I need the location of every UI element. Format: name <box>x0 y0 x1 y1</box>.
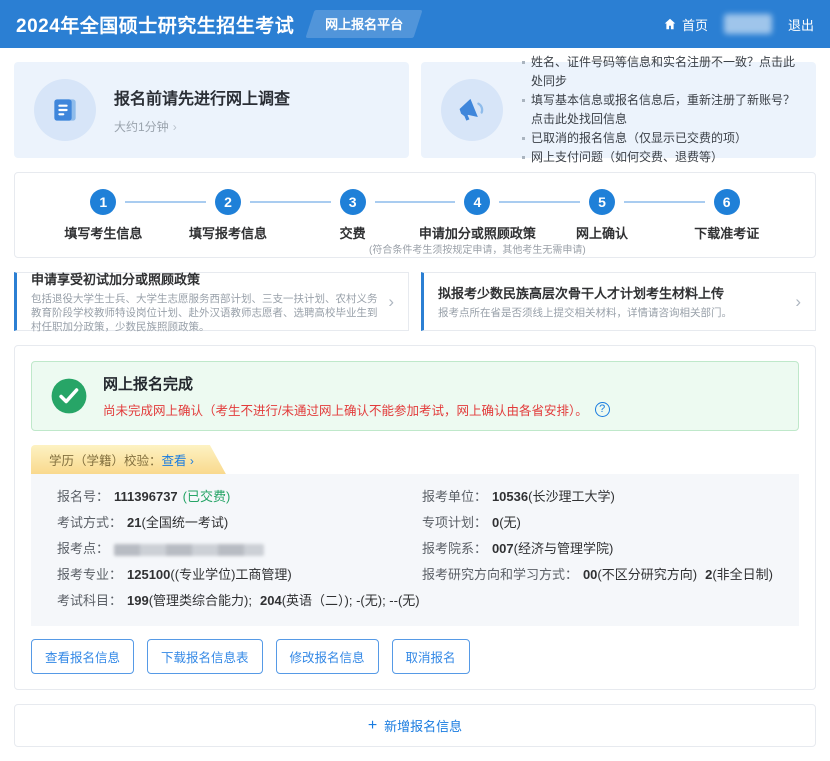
plus-icon <box>368 718 377 734</box>
status-banner: 网上报名完成 尚未完成网上确认（考生不进行/未通过网上确认不能参加考试，网上确认… <box>31 361 799 431</box>
field-target-university: 报考单位：10536(长沙理工大学) <box>422 484 773 510</box>
home-label: 首页 <box>682 15 708 34</box>
step-2-label: 填写报考信息 <box>166 223 291 242</box>
field-exam-site: 报考点： <box>57 536 422 562</box>
status-title: 网上报名完成 <box>103 373 610 394</box>
status-warning-text: 尚未完成网上确认（考生不进行/未通过网上确认不能参加考试，网上确认由各省安排）。 <box>103 400 588 419</box>
step-1-number: 1 <box>90 189 116 215</box>
policy-card-minority-desc: 报考点所在省是否须线上提交相关材料，详情请咨询相关部门。 <box>438 306 785 320</box>
step-3: 3 交费 <box>290 189 415 249</box>
step-2-number: 2 <box>215 189 241 215</box>
step-5-number: 5 <box>589 189 615 215</box>
success-check-icon <box>50 377 88 415</box>
main-content: 报名前请先进行网上调查 大约1分钟 姓名、证件号码等信息和实名注册不一致？点击此… <box>0 48 830 761</box>
policy-card-bonus-text: 申请享受初试加分或照顾政策 包括退役大学生士兵、大学生志愿服务西部计划、三支一扶… <box>31 269 378 334</box>
survey-icon-wrap <box>34 79 96 141</box>
policy-card-bonus-desc: 包括退役大学生士兵、大学生志愿服务西部计划、三支一扶计划、农村义务教育阶段学校教… <box>31 292 378 334</box>
chevron-right-icon <box>795 292 801 312</box>
survey-panel[interactable]: 报名前请先进行网上调查 大约1分钟 <box>14 62 409 158</box>
platform-badge-label: 网上报名平台 <box>325 14 403 33</box>
logout-link[interactable]: 退出 <box>788 15 814 34</box>
policy-card-minority-title: 拟报考少数民族高层次骨干人才计划考生材料上传 <box>438 283 785 302</box>
add-registration-card: 新增报名信息 <box>14 704 816 747</box>
survey-text: 报名前请先进行网上调查 大约1分钟 <box>114 85 290 135</box>
edit-registration-button[interactable]: 修改报名信息 <box>276 639 379 674</box>
action-buttons: 查看报名信息 下载报名信息表 修改报名信息 取消报名 <box>31 639 799 674</box>
step-6: 6 下载准考证 <box>664 189 789 249</box>
field-major: 报考专业：125100((专业学位)工商管理) <box>57 562 422 588</box>
step-1-label: 填写考生信息 <box>41 223 166 242</box>
survey-duration-link[interactable]: 大约1分钟 <box>114 118 290 135</box>
download-registration-form-button[interactable]: 下载报名信息表 <box>147 639 263 674</box>
notice-icon-wrap <box>441 79 503 141</box>
add-registration-label: 新增报名信息 <box>384 716 462 735</box>
home-icon <box>663 17 677 31</box>
field-exam-subjects: 考试科目：199(管理类综合能力);204(英语（二）); -(无); --(无… <box>57 588 422 614</box>
help-question-icon[interactable] <box>595 402 610 417</box>
verify-label: 学历（学籍）校验： <box>49 454 162 468</box>
notice-item-sync[interactable]: 姓名、证件号码等信息和实名注册不一致？点击此处同步 <box>521 53 796 91</box>
policy-card-minority-text: 拟报考少数民族高层次骨干人才计划考生材料上传 报考点所在省是否须线上提交相关材料… <box>438 283 785 320</box>
add-registration-link[interactable]: 新增报名信息 <box>368 716 462 735</box>
registration-card: 网上报名完成 尚未完成网上确认（考生不进行/未通过网上确认不能参加考试，网上确认… <box>14 345 816 690</box>
step-6-number: 6 <box>714 189 740 215</box>
field-exam-method: 考试方式：21(全国统一考试) <box>57 510 422 536</box>
step-3-number: 3 <box>340 189 366 215</box>
notice-item-cancelled[interactable]: 已取消的报名信息（仅显示已交费的项） <box>521 129 796 148</box>
details-right-column: 报考单位：10536(长沙理工大学) 专项计划：0(无) 报考院系：007(经济… <box>422 484 773 614</box>
step-1: 1 填写考生信息 <box>41 189 166 249</box>
notice-panel: 姓名、证件号码等信息和实名注册不一致？点击此处同步 填写基本信息或报名信息后，重… <box>421 62 816 158</box>
notice-item-payment[interactable]: 网上支付问题（如何交费、退费等） <box>521 148 796 167</box>
platform-badge: 网上报名平台 <box>306 10 423 38</box>
notice-list: 姓名、证件号码等信息和实名注册不一致？点击此处同步 填写基本信息或报名信息后，重… <box>521 53 796 167</box>
step-6-label: 下载准考证 <box>664 223 789 242</box>
step-3-label: 交费 <box>290 223 415 242</box>
header-nav: 首页 退出 <box>663 14 814 34</box>
cancel-registration-button[interactable]: 取消报名 <box>392 639 470 674</box>
details-panel: 报名号：111396737(已交费) 考试方式：21(全国统一考试) 报考点： … <box>31 474 799 626</box>
verify-view-link[interactable]: 查看 <box>162 454 194 468</box>
field-research-direction: 报考研究方向和学习方式：00(不区分研究方向)2(非全日制) <box>422 562 773 588</box>
policy-card-minority-upload[interactable]: 拟报考少数民族高层次骨干人才计划考生材料上传 报考点所在省是否须线上提交相关材料… <box>421 272 816 331</box>
redacted-username[interactable] <box>724 14 772 34</box>
survey-document-icon <box>49 94 81 126</box>
verify-tab: 学历（学籍）校验：查看 <box>31 445 226 474</box>
page-title: 2024年全国硕士研究生招生考试 <box>16 11 294 38</box>
survey-title[interactable]: 报名前请先进行网上调查 <box>114 85 290 109</box>
policy-card-bonus[interactable]: 申请享受初试加分或照顾政策 包括退役大学生士兵、大学生志愿服务西部计划、三支一扶… <box>14 272 409 331</box>
status-warning: 尚未完成网上确认（考生不进行/未通过网上确认不能参加考试，网上确认由各省安排）。 <box>103 400 610 419</box>
step-2: 2 填写报考信息 <box>166 189 291 249</box>
app-header: 2024年全国硕士研究生招生考试 网上报名平台 首页 退出 <box>0 0 830 48</box>
notice-item-recover[interactable]: 填写基本信息或报名信息后，重新注册了新账号？点击此处找回信息 <box>521 91 796 129</box>
step-4-number: 4 <box>464 189 490 215</box>
step-5-label: 网上确认 <box>540 223 665 242</box>
home-link[interactable]: 首页 <box>663 15 708 34</box>
field-registration-number: 报名号：111396737(已交费) <box>57 484 422 510</box>
step-4: 4 申请加分或照顾政策 (符合条件考生须按规定申请，其他考生无需申请) <box>415 189 540 249</box>
policy-card-bonus-title: 申请享受初试加分或照顾政策 <box>31 269 378 288</box>
status-text: 网上报名完成 尚未完成网上确认（考生不进行/未通过网上确认不能参加考试，网上确认… <box>103 373 610 419</box>
details-left-column: 报名号：111396737(已交费) 考试方式：21(全国统一考试) 报考点： … <box>57 484 422 614</box>
megaphone-icon <box>455 93 489 127</box>
chevron-right-icon <box>388 292 394 312</box>
redacted-exam-site-value <box>114 544 264 556</box>
view-registration-button[interactable]: 查看报名信息 <box>31 639 134 674</box>
steps-progress: 1 填写考生信息 2 填写报考信息 3 交费 4 申请加分或照顾政策 (符合条件… <box>14 172 816 258</box>
step-5: 5 网上确认 <box>540 189 665 249</box>
field-department: 报考院系：007(经济与管理学院) <box>422 536 773 562</box>
step-4-label: 申请加分或照顾政策 <box>415 223 540 242</box>
field-special-program: 专项计划：0(无) <box>422 510 773 536</box>
